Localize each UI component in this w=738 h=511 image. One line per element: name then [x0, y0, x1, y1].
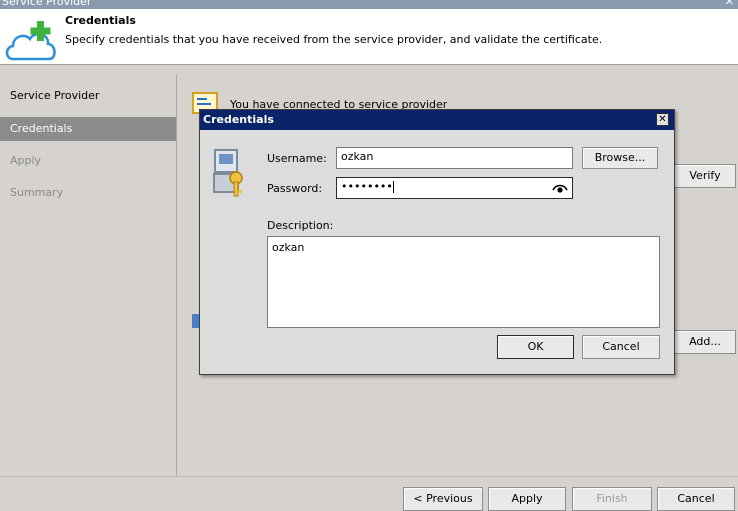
header-title: Credentials: [65, 14, 136, 27]
nav-item-apply: Apply: [10, 154, 42, 167]
wizard-header: Credentials Specify credentials that you…: [0, 9, 738, 65]
username-input[interactable]: ozkan: [336, 147, 573, 169]
dialog-close-icon[interactable]: ✕: [656, 113, 669, 126]
text-caret: [392, 181, 394, 193]
eye-icon[interactable]: [552, 183, 568, 193]
username-label: Username:: [267, 152, 327, 165]
password-label: Password:: [267, 182, 323, 195]
nav-item-service-provider[interactable]: Service Provider: [0, 84, 176, 108]
description-label: Description:: [267, 219, 334, 232]
password-mask: ••••••••: [341, 180, 393, 193]
previous-button[interactable]: < Previous: [403, 487, 483, 511]
browse-button[interactable]: Browse...: [582, 147, 658, 169]
description-textarea[interactable]: ozkan: [267, 236, 660, 328]
window-close-icon[interactable]: ✕: [725, 0, 734, 8]
ok-button[interactable]: OK: [497, 335, 574, 359]
dialog-title-bar: Credentials ✕: [200, 110, 674, 130]
user-key-icon: [213, 149, 243, 197]
verify-button[interactable]: Verify: [674, 164, 736, 188]
wizard-footer: < Previous Apply Finish Cancel: [0, 476, 738, 511]
window-title: Service Provider: [2, 0, 92, 8]
credentials-dialog: Credentials ✕ Username: ozkan Browse... …: [199, 109, 675, 375]
finish-button: Finish: [572, 487, 652, 511]
password-input[interactable]: ••••••••: [336, 177, 573, 199]
window-title-bar: Service Provider ✕: [0, 0, 738, 9]
dialog-title: Credentials: [203, 113, 274, 126]
apply-button[interactable]: Apply: [488, 487, 566, 511]
header-subtitle: Specify credentials that you have receiv…: [65, 33, 603, 46]
add-button[interactable]: Add...: [674, 330, 736, 354]
nav-item-summary: Summary: [10, 186, 64, 199]
cloud-add-icon: [5, 21, 56, 61]
wizard-nav: Service Provider Credentials Apply Summa…: [0, 74, 177, 476]
dialog-cancel-button[interactable]: Cancel: [582, 335, 660, 359]
nav-item-credentials[interactable]: Credentials: [0, 117, 176, 141]
cancel-button[interactable]: Cancel: [657, 487, 735, 511]
